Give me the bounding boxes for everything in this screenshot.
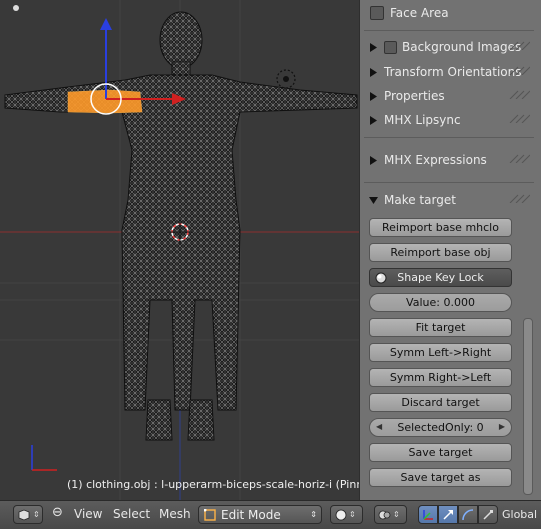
3d-viewport[interactable]: (1) clothing.obj : l-upperarm-biceps-sca… [0, 0, 359, 500]
viewport-shading-selector[interactable]: ⇕ [330, 505, 363, 524]
section-divider [364, 30, 534, 31]
selected-only-field[interactable]: ◀ SelectedOnly: 0 ▶ [369, 418, 512, 437]
drag-grip-icon[interactable] [508, 89, 530, 99]
collapsed-triangle-icon [370, 115, 377, 125]
lamp-icon [276, 69, 296, 89]
scale-icon [483, 509, 493, 520]
face-area-label: Face Area [390, 6, 449, 20]
select-menu[interactable]: Select [113, 507, 150, 521]
expanded-triangle-icon [369, 196, 378, 204]
face-area-option[interactable]: Face Area [370, 6, 449, 20]
section-label: Make target [384, 193, 456, 207]
viewport-corner-widget-icon [13, 5, 19, 11]
save-target-button[interactable]: Save target [369, 443, 512, 462]
editor-type-selector[interactable]: ⇕ [13, 505, 43, 524]
manipulator-toggle[interactable] [418, 505, 438, 524]
section-label: Background Images [402, 40, 522, 54]
human-mesh [4, 11, 358, 441]
drag-grip-icon[interactable] [508, 193, 530, 203]
updown-arrows-icon: ⇕ [33, 510, 40, 519]
translate-arrow-icon [443, 509, 453, 520]
3d-view-editor-icon [18, 509, 30, 520]
decrement-arrow-icon[interactable]: ◀ [376, 422, 382, 431]
manipulator-icon [423, 509, 433, 520]
section-label: MHX Lipsync [384, 113, 461, 127]
selected-only-label: SelectedOnly: 0 [397, 421, 484, 434]
symm-right-left-button[interactable]: Symm Right->Left [369, 368, 512, 387]
3d-view-header: ⇕ ⊖ View Select Mesh Edit Mode ⇕ ⇕ ⇕ Glo… [0, 500, 541, 529]
properties-side-panel: Face Area Background Images Transform Or… [359, 0, 541, 500]
section-divider [364, 182, 534, 183]
edit-mode-icon [204, 508, 216, 521]
background-images-checkbox[interactable] [384, 40, 397, 54]
increment-arrow-icon[interactable]: ▶ [499, 422, 505, 431]
translate-manipulator-toggle[interactable] [438, 505, 458, 524]
pivot-point-icon [378, 510, 391, 519]
scale-manipulator-toggle[interactable] [478, 505, 498, 524]
reimport-base-obj-button[interactable]: Reimport base obj [369, 243, 512, 262]
shape-key-lock-label: Shape Key Lock [397, 271, 484, 284]
symm-left-right-button[interactable]: Symm Left->Right [369, 343, 512, 362]
drag-grip-icon[interactable] [508, 65, 530, 75]
view-menu[interactable]: View [74, 507, 102, 521]
collapsed-triangle-icon [370, 155, 377, 165]
drag-grip-icon[interactable] [508, 40, 530, 50]
shape-key-lock-toggle[interactable]: Shape Key Lock [369, 268, 512, 287]
discard-target-button[interactable]: Discard target [369, 393, 512, 412]
pivot-point-selector[interactable]: ⇕ [374, 505, 407, 524]
section-label: MHX Expressions [384, 153, 487, 167]
collapsed-triangle-icon [370, 67, 377, 77]
updown-arrows-icon: ⇕ [349, 510, 356, 519]
mode-selector[interactable]: Edit Mode ⇕ [198, 505, 322, 524]
solid-shading-icon [335, 509, 347, 520]
mode-label: Edit Mode [221, 507, 281, 522]
drag-grip-icon[interactable] [508, 153, 530, 163]
drag-grip-icon[interactable] [508, 113, 530, 123]
collapsed-triangle-icon [370, 91, 377, 101]
collapse-menus-icon[interactable]: ⊖ [52, 505, 63, 520]
viewport-scene[interactable] [0, 0, 359, 500]
viewport-status-text: (1) clothing.obj : l-upperarm-biceps-sca… [67, 478, 359, 491]
section-divider [364, 137, 534, 138]
transform-orientation-selector[interactable]: Global [502, 508, 537, 521]
face-area-checkbox[interactable] [370, 6, 384, 20]
value-slider[interactable]: Value: 0.000 [369, 293, 512, 312]
section-label: Transform Orientations [384, 65, 522, 79]
rotate-manipulator-toggle[interactable] [458, 505, 478, 524]
updown-arrows-icon: ⇕ [310, 510, 317, 519]
rotate-arc-icon [462, 508, 474, 520]
section-label: Properties [384, 89, 445, 103]
updown-arrows-icon: ⇕ [393, 510, 400, 519]
lock-toggle-icon [375, 272, 387, 284]
view-axes-icon [31, 445, 57, 471]
fit-target-button[interactable]: Fit target [369, 318, 512, 337]
save-target-as-button[interactable]: Save target as [369, 468, 512, 487]
reimport-base-mhclo-button[interactable]: Reimport base mhclo [369, 218, 512, 237]
mesh-menu[interactable]: Mesh [159, 507, 191, 521]
panel-scrollbar[interactable] [523, 318, 533, 495]
collapsed-triangle-icon [370, 42, 377, 52]
